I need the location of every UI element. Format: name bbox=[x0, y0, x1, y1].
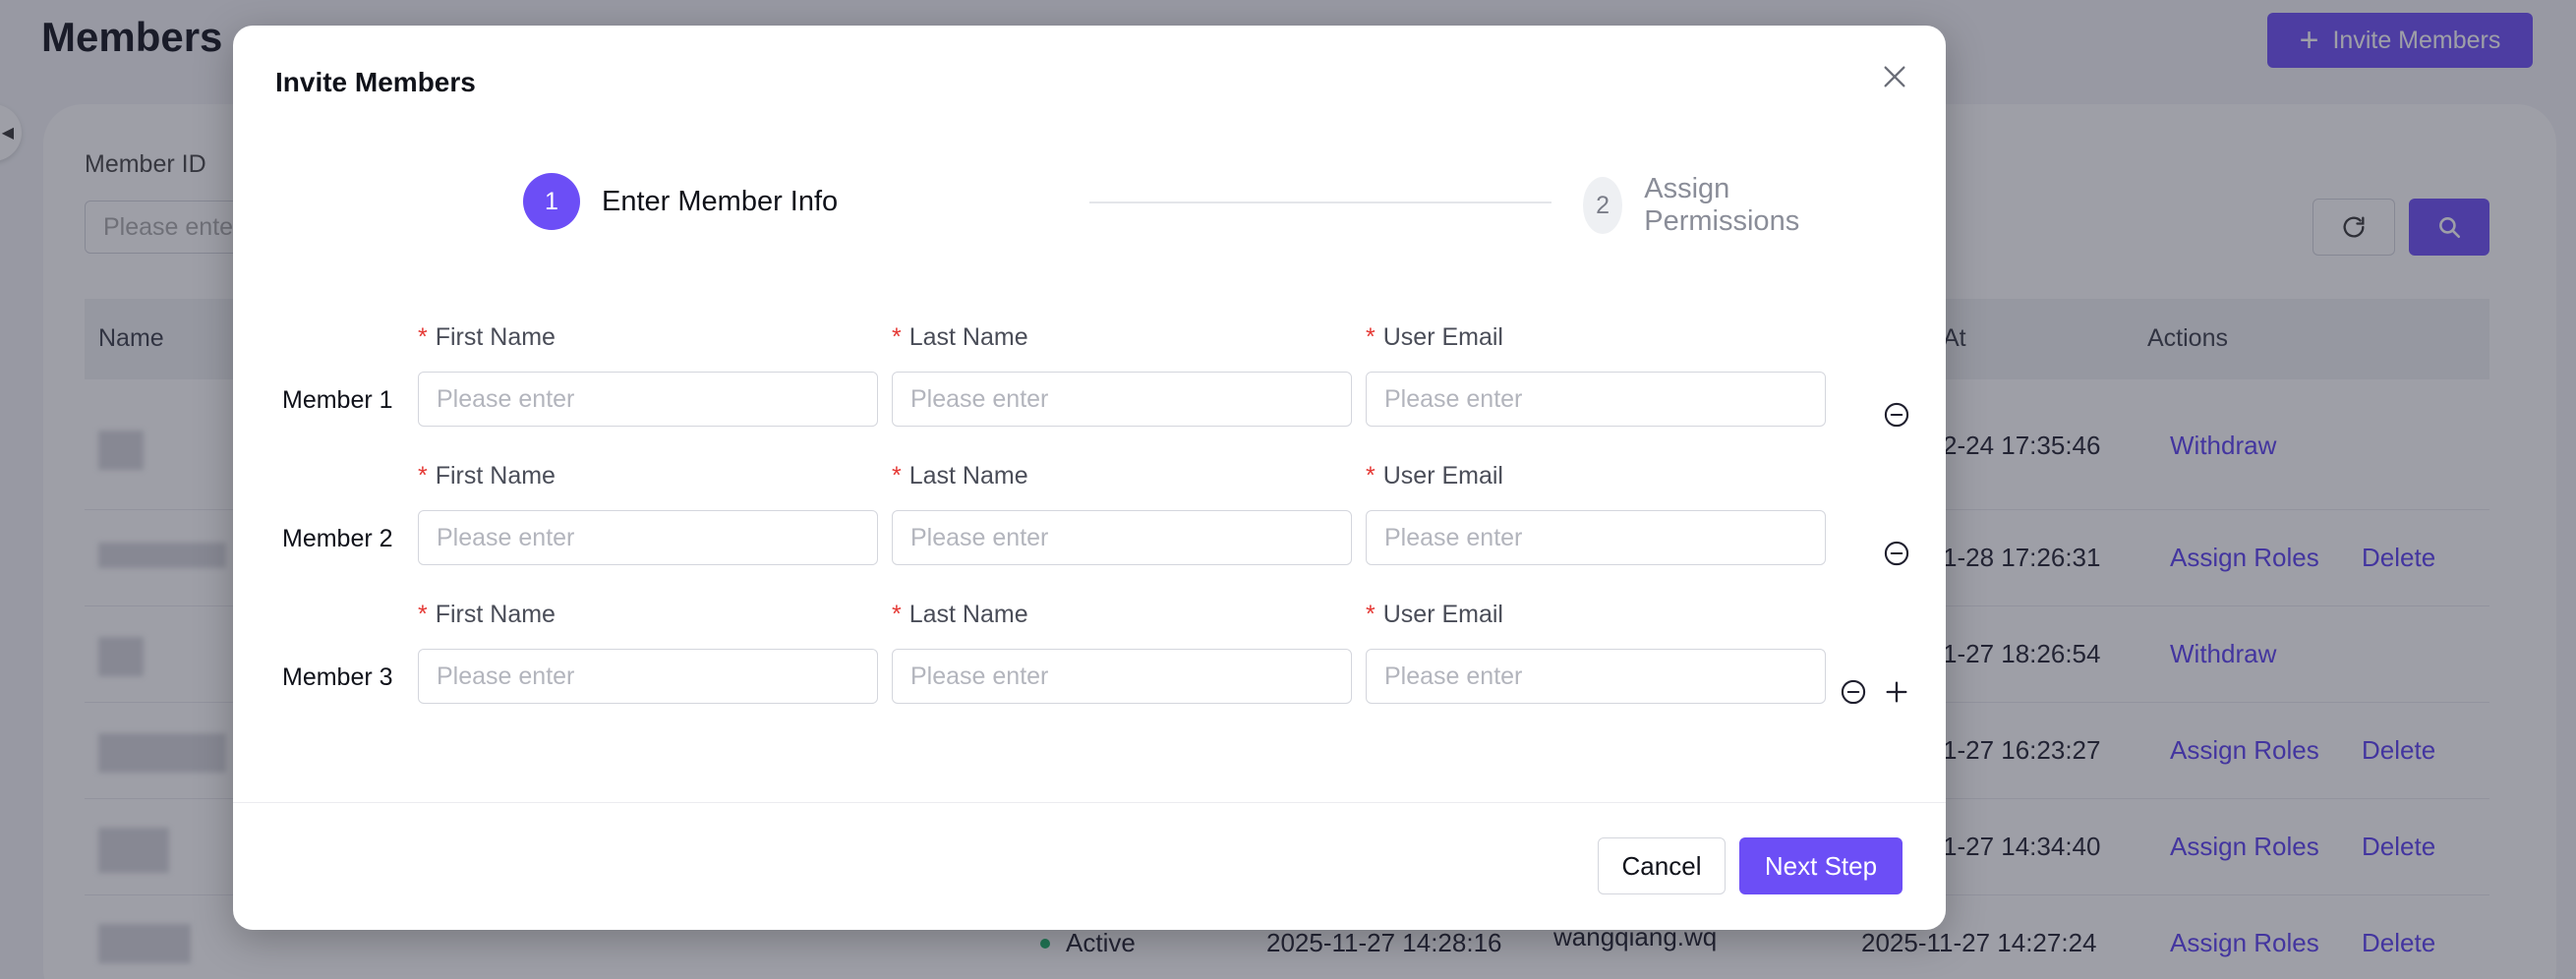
last-name-input[interactable] bbox=[892, 649, 1352, 704]
last-name-label: * Last Name bbox=[892, 598, 1352, 631]
step-label: Assign Permissions bbox=[1644, 173, 1800, 237]
remove-member-button[interactable] bbox=[1881, 399, 1912, 431]
last-name-field: * Last Name bbox=[892, 598, 1352, 704]
invite-members-modal: Invite Members 1 Enter Member Info 2 Ass… bbox=[233, 26, 1946, 930]
close-icon bbox=[1884, 66, 1905, 87]
member-row-2: Member 2 *First Name *Last Name *User Em… bbox=[233, 459, 1946, 587]
first-name-input[interactable] bbox=[418, 372, 878, 427]
field-label-text: User Email bbox=[1382, 323, 1503, 351]
minus-circle-icon bbox=[1884, 402, 1909, 428]
required-marker: * bbox=[1366, 601, 1376, 628]
required-marker: * bbox=[892, 601, 902, 628]
first-name-field: * First Name bbox=[418, 459, 878, 565]
stepper: 1 Enter Member Info 2 Assign Permissions bbox=[523, 173, 1799, 237]
required-marker: * bbox=[892, 323, 902, 351]
first-name-label: * First Name bbox=[418, 320, 878, 354]
remove-member-button[interactable] bbox=[1838, 676, 1869, 708]
step-label: Enter Member Info bbox=[602, 185, 839, 217]
last-name-input[interactable] bbox=[892, 510, 1352, 565]
step-number: 1 bbox=[523, 173, 580, 230]
field-label-text: Last Name bbox=[908, 601, 1028, 628]
first-name-input[interactable] bbox=[418, 649, 878, 704]
first-name-field: * First Name bbox=[418, 320, 878, 427]
member-label: Member 3 bbox=[282, 663, 393, 691]
first-name-input[interactable] bbox=[418, 510, 878, 565]
email-input[interactable] bbox=[1366, 372, 1826, 427]
member-row-1: Member 1 *First Name *Last Name *User Em… bbox=[233, 320, 1946, 448]
email-input[interactable] bbox=[1366, 510, 1826, 565]
next-step-button[interactable]: Next Step bbox=[1739, 837, 1903, 894]
plus-icon bbox=[1886, 681, 1907, 703]
step-connector bbox=[1089, 202, 1551, 203]
required-marker: * bbox=[418, 323, 428, 351]
last-name-label: * Last Name bbox=[892, 320, 1352, 354]
email-field: * User Email bbox=[1366, 320, 1826, 427]
member-label: Member 2 bbox=[282, 525, 393, 552]
remove-member-button[interactable] bbox=[1881, 538, 1912, 569]
required-marker: * bbox=[418, 601, 428, 628]
step-enter-member-info: 1 Enter Member Info bbox=[523, 173, 838, 230]
field-label-text: First Name bbox=[435, 462, 556, 490]
field-label-text: User Email bbox=[1382, 462, 1503, 490]
field-label-text: User Email bbox=[1382, 601, 1503, 628]
required-marker: * bbox=[1366, 462, 1376, 490]
last-name-label: * Last Name bbox=[892, 459, 1352, 492]
field-label-text: Last Name bbox=[908, 323, 1028, 351]
last-name-field: * Last Name bbox=[892, 320, 1352, 427]
minus-circle-icon bbox=[1841, 679, 1866, 705]
member-row-3: Member 3 *First Name *Last Name *User Em… bbox=[233, 598, 1946, 725]
email-label: * User Email bbox=[1366, 320, 1826, 354]
email-field: * User Email bbox=[1366, 598, 1826, 704]
minus-circle-icon bbox=[1884, 541, 1909, 566]
required-marker: * bbox=[892, 462, 902, 490]
step-number: 2 bbox=[1583, 177, 1623, 234]
field-label-text: First Name bbox=[435, 323, 556, 351]
footer-divider bbox=[233, 802, 1946, 803]
first-name-label: * First Name bbox=[418, 459, 878, 492]
required-marker: * bbox=[1366, 323, 1376, 351]
email-input[interactable] bbox=[1366, 649, 1826, 704]
close-button[interactable] bbox=[1877, 59, 1912, 94]
last-name-input[interactable] bbox=[892, 372, 1352, 427]
member-label: Member 1 bbox=[282, 386, 393, 414]
first-name-label: * First Name bbox=[418, 598, 878, 631]
modal-title: Invite Members bbox=[275, 67, 476, 97]
step-assign-permissions: 2 Assign Permissions bbox=[1583, 173, 1817, 238]
first-name-field: * First Name bbox=[418, 598, 878, 704]
cancel-button[interactable]: Cancel bbox=[1598, 837, 1726, 894]
email-field: * User Email bbox=[1366, 459, 1826, 565]
email-label: * User Email bbox=[1366, 459, 1826, 492]
required-marker: * bbox=[418, 462, 428, 490]
field-label-text: First Name bbox=[435, 601, 556, 628]
add-member-button[interactable] bbox=[1881, 676, 1912, 708]
field-label-text: Last Name bbox=[908, 462, 1028, 490]
email-label: * User Email bbox=[1366, 598, 1826, 631]
last-name-field: * Last Name bbox=[892, 459, 1352, 565]
